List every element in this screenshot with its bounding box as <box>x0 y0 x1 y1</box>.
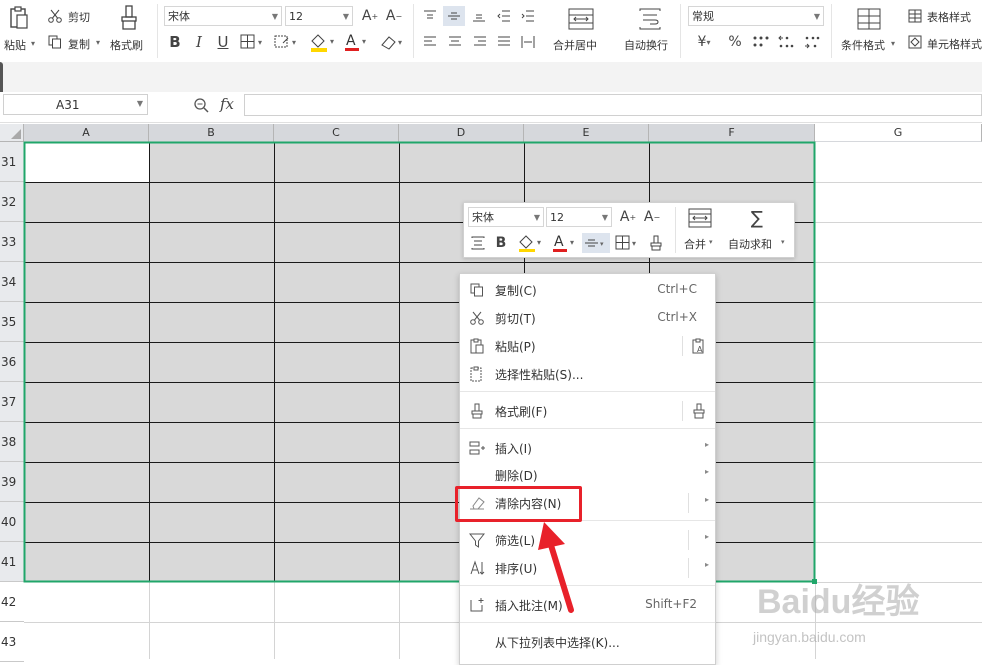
submenu-arrow-icon: ▸ <box>704 440 709 449</box>
menu-separator <box>460 622 715 623</box>
menu-item-shortcut: Ctrl+X <box>657 310 697 324</box>
mini-wrap-text-icon[interactable] <box>468 233 488 253</box>
chevron-down-icon: ▾ <box>709 238 713 246</box>
menu-item-label: 格式刷(F) <box>495 405 548 419</box>
menu-item-label: 删除(D) <box>495 469 538 483</box>
menu-item-paste[interactable]: 粘贴(P) A <box>460 333 715 359</box>
menu-item-label: 插入(I) <box>495 442 532 456</box>
mini-align-middle-icon[interactable]: ▾ <box>582 233 610 253</box>
scissors-icon <box>468 309 486 327</box>
menu-item-paste-special[interactable]: 选择性粘贴(S)... <box>460 361 715 387</box>
mini-divider <box>675 207 676 253</box>
menu-item-copy[interactable]: 复制(C) Ctrl+C <box>460 277 715 303</box>
mini-merge-button[interactable]: 合并 <box>684 236 706 252</box>
submenu-arrow-icon: ▸ <box>704 495 709 504</box>
submenu-arrow-icon: ▸ <box>704 532 709 541</box>
copy-icon <box>468 281 486 299</box>
chevron-down-icon: ▾ <box>781 238 785 246</box>
menu-item-pick-from-list[interactable]: 从下拉列表中选择(K)... <box>460 629 715 655</box>
highlight-box <box>455 486 582 522</box>
menu-item-delete[interactable]: 删除(D) ▸ <box>460 462 715 488</box>
svg-text:▾: ▾ <box>537 238 541 247</box>
annotation-arrow <box>538 522 574 613</box>
svg-text:A: A <box>554 234 564 250</box>
menu-item-cut[interactable]: 剪切(T) Ctrl+X <box>460 305 715 331</box>
chevron-down-icon: ▼ <box>533 213 540 222</box>
menu-item-insert[interactable]: 插入(I) ▸ <box>460 435 715 461</box>
svg-text:▾: ▾ <box>600 240 604 248</box>
menu-divider <box>688 530 689 550</box>
menu-divider <box>688 493 689 513</box>
mini-fill-color-icon[interactable]: ▾ <box>516 231 546 255</box>
comment-icon <box>468 596 486 614</box>
mini-autosum-button[interactable]: 自动求和 <box>728 236 772 252</box>
watermark-url: jingyan.baidu.com <box>753 629 866 645</box>
menu-separator <box>460 391 715 392</box>
paste-values-icon[interactable]: A <box>692 338 706 357</box>
mini-font-size-value: 12 <box>550 211 564 224</box>
svg-text:▾: ▾ <box>632 239 636 248</box>
mini-font-size-select[interactable]: 12 ▼ <box>546 207 612 227</box>
svg-text:A: A <box>697 345 703 354</box>
mini-merge-icon <box>686 207 714 229</box>
mini-format-painter-icon[interactable] <box>646 233 666 253</box>
submenu-arrow-icon: ▸ <box>704 467 709 476</box>
insert-icon <box>468 439 486 457</box>
submenu-arrow-icon: ▸ <box>704 560 709 569</box>
menu-separator <box>460 428 715 429</box>
svg-text:▾: ▾ <box>570 238 574 247</box>
menu-divider <box>682 336 683 356</box>
format-painter-icon <box>468 402 486 420</box>
mini-toolbar: 宋体 ▼ 12 ▼ A + A − B ▾ A ▾ ▾ ▾ 合并 ▾ ∑ 自动求和 ▾ <box>463 202 795 258</box>
chevron-down-icon: ▼ <box>601 213 608 222</box>
mini-increase-font-icon[interactable]: A + <box>618 207 638 227</box>
menu-item-shortcut: Shift+F2 <box>645 597 697 611</box>
mini-decrease-font-icon[interactable]: A − <box>642 207 662 227</box>
menu-item-label: 选择性粘贴(S)... <box>495 368 584 382</box>
mini-font-color-icon[interactable]: A ▾ <box>550 231 580 255</box>
menu-item-label: 从下拉列表中选择(K)... <box>495 636 620 650</box>
mini-font-name-value: 宋体 <box>472 211 494 224</box>
menu-item-format-painter[interactable]: 格式刷(F) <box>460 398 715 424</box>
watermark-brand: Baidu经验 <box>757 583 920 621</box>
mini-autosum-icon: ∑ <box>750 207 764 229</box>
menu-item-label: 复制(C) <box>495 284 537 298</box>
mini-bold-icon[interactable]: B <box>492 233 510 253</box>
paste-icon <box>468 337 486 355</box>
menu-divider <box>682 401 683 421</box>
filter-icon <box>468 531 486 549</box>
paste-special-icon <box>468 365 486 383</box>
sort-icon <box>468 559 486 577</box>
format-painter-lock-icon[interactable] <box>691 403 707 422</box>
menu-item-label: 剪切(T) <box>495 312 536 326</box>
mini-borders-icon[interactable]: ▾ <box>614 233 642 253</box>
menu-item-shortcut: Ctrl+C <box>657 282 697 296</box>
mini-font-name-select[interactable]: 宋体 ▼ <box>468 207 544 227</box>
menu-item-label: 粘贴(P) <box>495 340 536 354</box>
menu-divider <box>688 558 689 578</box>
